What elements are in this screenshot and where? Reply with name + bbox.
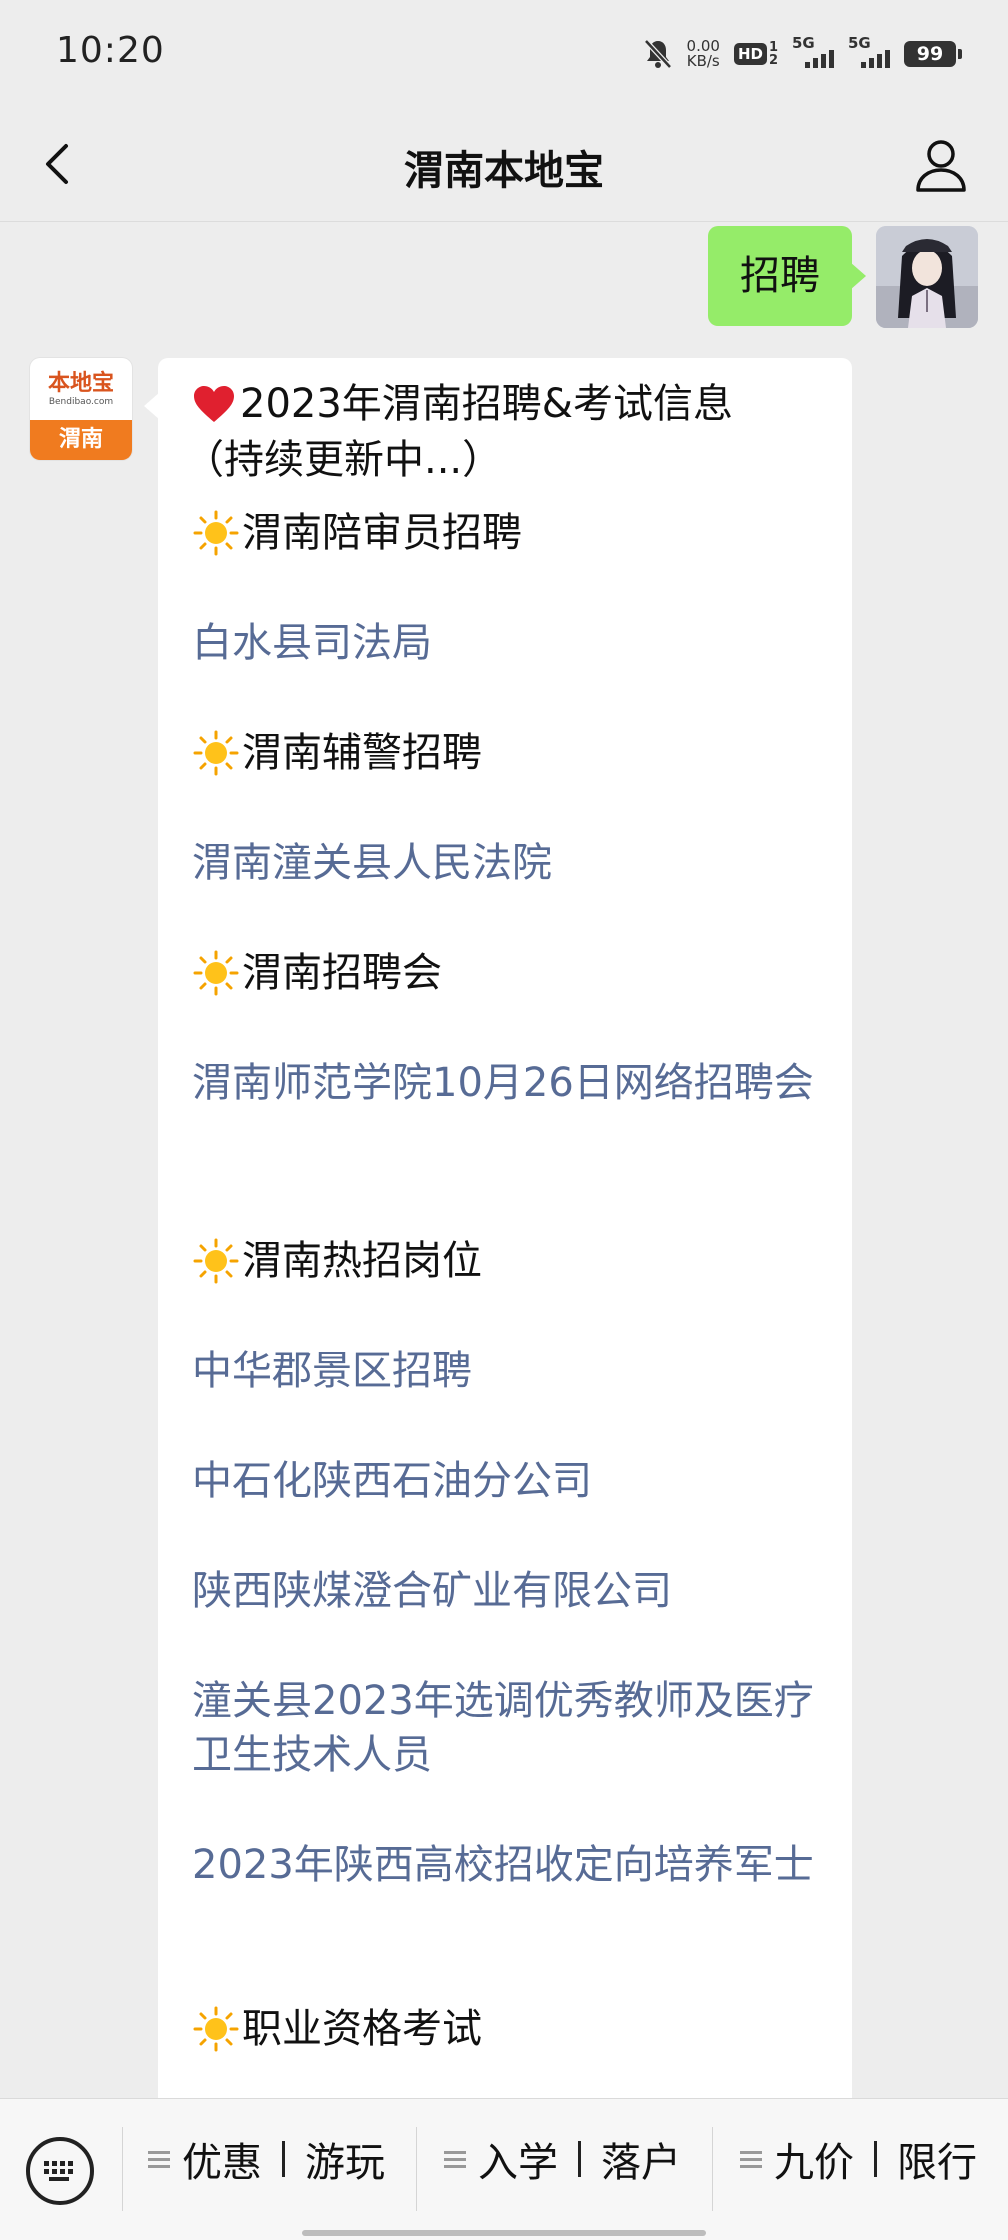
- menu-lines-icon: [148, 2150, 170, 2168]
- category-text: 渭南辅警招聘: [242, 730, 482, 776]
- logo-city: 渭南: [30, 420, 132, 460]
- keyboard-icon[interactable]: [26, 2137, 94, 2205]
- mute-bell-icon: [643, 39, 672, 69]
- menu-separator: [122, 2127, 123, 2211]
- menu-youhui-youwan[interactable]: 优惠 游玩: [148, 2117, 385, 2201]
- article-link[interactable]: 中华郡景区招聘: [192, 1344, 820, 1398]
- message-title-text: 2023年渭南招聘&考试信息: [240, 381, 733, 427]
- user-icon[interactable]: [910, 134, 972, 196]
- menu-ruxue-luohu[interactable]: 入学 落户: [444, 2117, 681, 2201]
- hd-label: HD: [733, 43, 767, 65]
- menu-lines-icon: [740, 2150, 762, 2168]
- chat-area[interactable]: 招聘 本地宝 Bendibao.com 渭南 2023年渭南招聘&考试信息 （持…: [0, 222, 1008, 2098]
- logo-brand: 本地宝: [47, 370, 114, 396]
- category-text: 渭南陪审员招聘: [242, 510, 522, 556]
- official-account-avatar[interactable]: 本地宝 Bendibao.com 渭南: [30, 358, 132, 460]
- category-text: 渭南热招岗位: [242, 1238, 482, 1284]
- menu-separator: [712, 2127, 713, 2211]
- avatar-image: [876, 226, 978, 328]
- article-link[interactable]: 白水县司法局: [192, 616, 820, 670]
- category-text: 渭南招聘会: [242, 950, 442, 996]
- category-heading: 渭南招聘会: [192, 946, 820, 1000]
- status-time: 10:20: [56, 30, 165, 71]
- menu-right-label[interactable]: 限行: [897, 2130, 977, 2188]
- article-link[interactable]: 渭南潼关县人民法院: [192, 836, 820, 890]
- sent-message-row: 招聘: [708, 226, 978, 328]
- article-link[interactable]: 中石化陕西石油分公司: [192, 1454, 820, 1508]
- nav-bar: 渭南本地宝: [0, 108, 1008, 222]
- message-title: 2023年渭南招聘&考试信息: [192, 376, 820, 432]
- battery-icon: 99: [904, 41, 962, 67]
- category-heading: 渭南陪审员招聘: [192, 506, 820, 560]
- category-heading: 职业资格考试: [192, 2002, 820, 2056]
- logo-url: Bendibao.com: [48, 397, 114, 407]
- sun-icon: [192, 509, 240, 557]
- category-heading: 渭南辅警招聘: [192, 726, 820, 780]
- category-heading: 渭南热招岗位: [192, 1234, 820, 1288]
- received-message-bubble: 2023年渭南招聘&考试信息 （持续更新中...） 渭南陪审员招聘 白水县司法局渭…: [144, 358, 852, 2098]
- speed-unit: KB/s: [686, 52, 720, 70]
- menu-jiujia-xianxing[interactable]: 九价 限行: [740, 2117, 977, 2201]
- article-link[interactable]: 2023年陕西高校招收定向培养军士: [192, 1838, 820, 1892]
- heart-icon: [192, 376, 240, 432]
- article-link[interactable]: 潼关县2023年选调优秀教师及医疗卫生技术人员: [192, 1674, 820, 1782]
- menu-left-label[interactable]: 九价: [774, 2130, 854, 2188]
- sun-icon: [192, 2005, 240, 2053]
- signal-icon-2: 5G: [848, 34, 890, 70]
- hd-sub2: 2: [768, 53, 778, 68]
- article-link[interactable]: 渭南师范学院10月26日网络招聘会: [192, 1056, 820, 1110]
- menu-left-label[interactable]: 优惠: [182, 2130, 262, 2188]
- signal-icon: 5G: [792, 34, 834, 70]
- sun-icon: [192, 1237, 240, 1285]
- sun-icon: [192, 729, 240, 777]
- menu-lines-icon: [444, 2150, 466, 2168]
- menu-right-label[interactable]: 落户: [601, 2130, 681, 2188]
- status-icons: 0.00 KB/s HD 1 2 5G 5G 99: [643, 34, 962, 74]
- sent-message-bubble[interactable]: 招聘: [708, 226, 866, 326]
- home-indicator[interactable]: [302, 2230, 706, 2236]
- network-speed: 0.00 KB/s: [687, 39, 720, 69]
- message-subtitle: （持续更新中...）: [184, 437, 503, 483]
- menu-inner-divider: [282, 2141, 285, 2177]
- status-bar: 10:20 0.00 KB/s HD 1 2 5G 5G 99: [0, 0, 1008, 108]
- bendibao-logo: 本地宝 Bendibao.com: [30, 358, 132, 420]
- hd-voice-icon: HD 1 2: [733, 41, 778, 68]
- menu-right-label[interactable]: 游玩: [305, 2130, 385, 2188]
- bottom-menu-bar: 优惠 游玩 入学 落户 九价 限行: [0, 2098, 1008, 2240]
- article-link[interactable]: 陕西陕煤澄合矿业有限公司: [192, 1564, 820, 1618]
- my-avatar[interactable]: [876, 226, 978, 328]
- menu-separator: [416, 2127, 417, 2211]
- page-title: 渭南本地宝: [404, 148, 604, 194]
- menu-inner-divider: [578, 2141, 581, 2177]
- menu-left-label[interactable]: 入学: [478, 2130, 558, 2188]
- menu-inner-divider: [874, 2141, 877, 2177]
- sun-icon: [192, 949, 240, 997]
- category-text: 职业资格考试: [242, 2006, 482, 2052]
